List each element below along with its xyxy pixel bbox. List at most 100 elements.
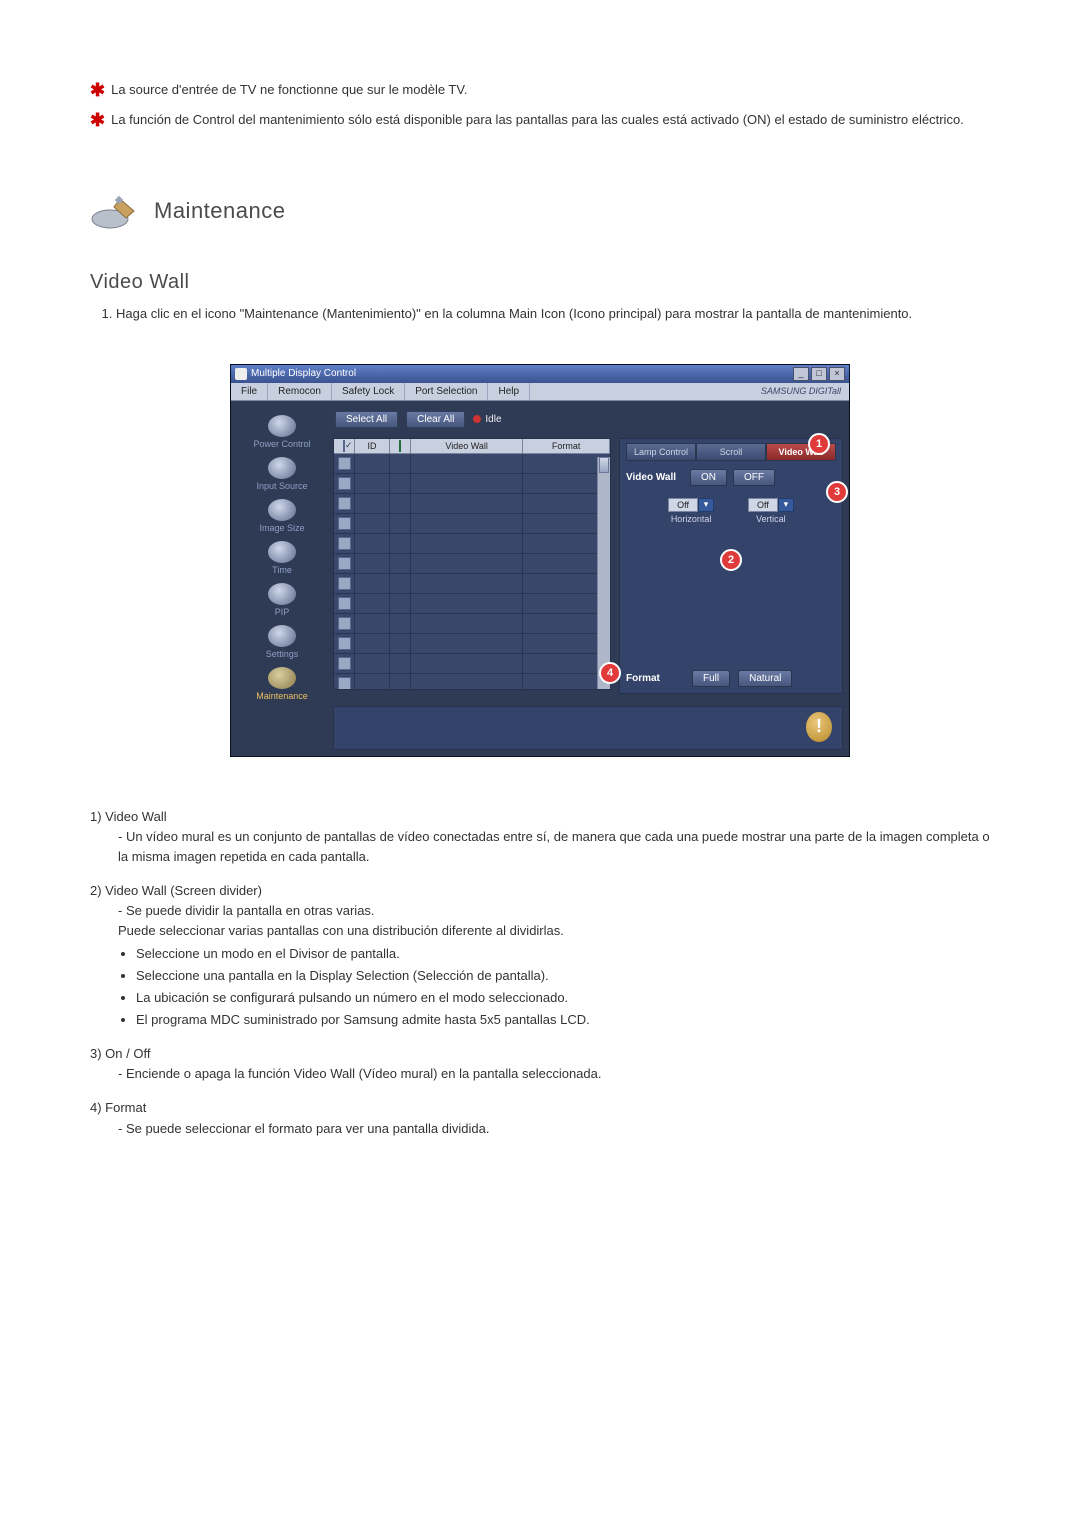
minimize-button[interactable]: _ (793, 367, 809, 381)
table-row[interactable] (334, 494, 610, 514)
table-row[interactable] (334, 634, 610, 654)
menu-remocon[interactable]: Remocon (268, 383, 332, 400)
row-checkbox[interactable] (334, 594, 355, 613)
row-status (390, 454, 411, 473)
tab-lamp-control[interactable]: Lamp Control (626, 443, 696, 461)
video-wall-off-button[interactable]: OFF (733, 469, 775, 486)
row-checkbox[interactable] (334, 494, 355, 513)
row-status (390, 534, 411, 553)
star-icon: ✱ (90, 80, 105, 102)
grid-scrollbar[interactable] (597, 457, 610, 689)
sidebar-item-label: Settings (266, 649, 299, 659)
desc-4-head: 4) Format (90, 1098, 990, 1118)
menu-file[interactable]: File (231, 383, 268, 400)
row-checkbox[interactable] (334, 454, 355, 473)
note-1-text: La source d'entrée de TV ne fonctionne q… (111, 80, 467, 100)
menu-bar: File Remocon Safety Lock Port Selection … (231, 383, 849, 401)
vertical-dropdown[interactable]: Off ▾ (748, 498, 794, 512)
grid-toolbar: Select All Clear All Idle (333, 407, 843, 432)
section-header: Maintenance (90, 191, 990, 231)
row-id (355, 474, 390, 493)
chevron-down-icon: ▾ (698, 498, 714, 512)
table-row[interactable] (334, 574, 610, 594)
maintenance-icon (90, 191, 140, 231)
desc-3-head: 3) On / Off (90, 1044, 990, 1064)
table-row[interactable] (334, 534, 610, 554)
maximize-button[interactable]: □ (811, 367, 827, 381)
table-row[interactable] (334, 474, 610, 494)
table-row[interactable] (334, 614, 610, 634)
row-checkbox[interactable] (334, 534, 355, 553)
col-status[interactable] (390, 439, 411, 453)
col-format[interactable]: Format (523, 439, 610, 453)
row-id (355, 514, 390, 533)
table-row[interactable] (334, 594, 610, 614)
sidebar-item-maintenance[interactable]: Maintenance (242, 665, 322, 705)
row-checkbox[interactable] (334, 614, 355, 633)
row-checkbox[interactable] (334, 634, 355, 653)
desc-3-text: - Enciende o apaga la función Video Wall… (90, 1064, 990, 1084)
sidebar-item-input-source[interactable]: Input Source (242, 455, 322, 495)
row-video-wall (411, 514, 523, 533)
tab-scroll[interactable]: Scroll (696, 443, 766, 461)
row-status (390, 654, 411, 673)
app-window: Multiple Display Control _ □ × File Remo… (230, 364, 850, 757)
horizontal-dropdown[interactable]: Off ▾ (668, 498, 714, 512)
row-id (355, 614, 390, 633)
table-row[interactable] (334, 674, 610, 690)
row-checkbox[interactable] (334, 514, 355, 533)
callout-badge-1: 1 (808, 433, 830, 455)
desc-1-text: - Un vídeo mural es un conjunto de panta… (90, 827, 990, 867)
format-natural-button[interactable]: Natural (738, 670, 792, 687)
row-checkbox[interactable] (334, 574, 355, 593)
desc-2-bullet: Seleccione un modo en el Divisor de pant… (136, 944, 990, 964)
sidebar-item-time[interactable]: Time (242, 539, 322, 579)
note-2-text: La función de Control del mantenimiento … (111, 110, 964, 130)
col-id[interactable]: ID (355, 439, 390, 453)
menu-port-selection[interactable]: Port Selection (405, 383, 488, 400)
subsection-title: Video Wall (90, 271, 990, 294)
menu-safety-lock[interactable]: Safety Lock (332, 383, 405, 400)
table-row[interactable] (334, 654, 610, 674)
row-video-wall (411, 534, 523, 553)
sidebar-item-pip[interactable]: PIP (242, 581, 322, 621)
select-all-button[interactable]: Select All (335, 411, 398, 428)
row-checkbox[interactable] (334, 474, 355, 493)
scrollbar-thumb[interactable] (599, 457, 609, 473)
close-button[interactable]: × (829, 367, 845, 381)
menu-help[interactable]: Help (488, 383, 530, 400)
desc-1-head: 1) Video Wall (90, 807, 990, 827)
desc-4-text: - Se puede seleccionar el formato para v… (90, 1119, 990, 1139)
input-source-icon (268, 457, 296, 479)
vertical-value: Off (748, 498, 778, 512)
row-status (390, 674, 411, 690)
row-checkbox[interactable] (334, 554, 355, 573)
power-icon (268, 415, 296, 437)
sidebar-item-power-control[interactable]: Power Control (242, 413, 322, 453)
desc-2-bullet: Seleccione una pantalla en la Display Se… (136, 966, 990, 986)
col-video-wall[interactable]: Video Wall (411, 439, 523, 453)
sidebar-item-settings[interactable]: Settings (242, 623, 322, 663)
clear-all-button[interactable]: Clear All (406, 411, 465, 428)
idle-indicator: Idle (473, 414, 501, 425)
sidebar-item-label: PIP (275, 607, 290, 617)
row-video-wall (411, 574, 523, 593)
table-row[interactable] (334, 554, 610, 574)
col-checkbox[interactable] (334, 439, 355, 453)
video-wall-on-button[interactable]: ON (690, 469, 727, 486)
format-label: Format (626, 673, 684, 684)
table-row[interactable] (334, 514, 610, 534)
row-video-wall (411, 634, 523, 653)
maintenance-sidebar-icon (268, 667, 296, 689)
callout-badge-2: 2 (720, 549, 742, 571)
table-row[interactable] (334, 454, 610, 474)
row-video-wall (411, 494, 523, 513)
format-full-button[interactable]: Full (692, 670, 730, 687)
callout-badge-3: 3 (826, 481, 848, 503)
sidebar-item-label: Power Control (253, 439, 310, 449)
row-checkbox[interactable] (334, 674, 355, 690)
row-status (390, 494, 411, 513)
sidebar-item-image-size[interactable]: Image Size (242, 497, 322, 537)
row-checkbox[interactable] (334, 654, 355, 673)
row-status (390, 634, 411, 653)
